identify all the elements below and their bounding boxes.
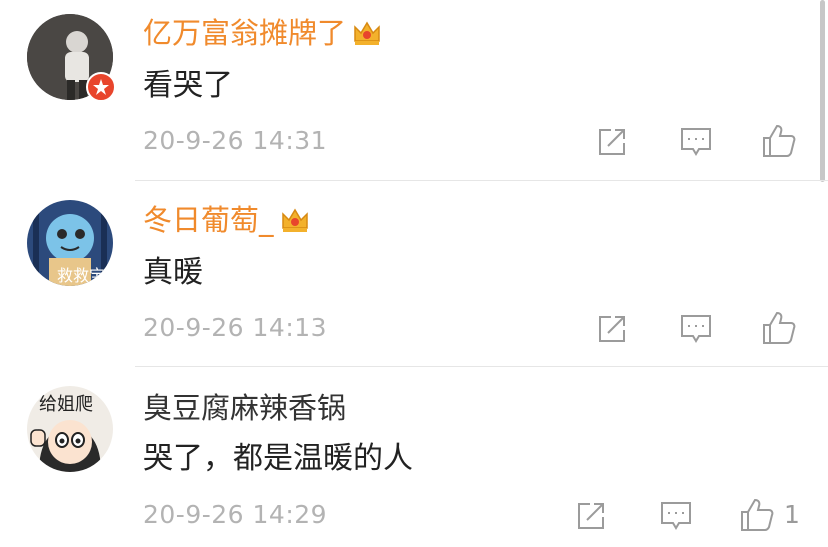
share-button[interactable] (595, 312, 629, 346)
like-icon (763, 311, 796, 344)
crown-vip-icon (352, 19, 382, 54)
username[interactable]: 冬日葡萄_ (143, 203, 310, 241)
like-icon (741, 498, 774, 531)
username[interactable]: 臭豆腐麻辣香锅 (143, 391, 346, 425)
reply-button[interactable] (679, 125, 713, 159)
comment-text: 真暖 (143, 255, 203, 290)
reply-icon (681, 315, 711, 343)
like-button[interactable] (761, 123, 796, 157)
comment-text: 哭了，都是温暖的人 (143, 441, 413, 476)
scrollbar[interactable] (820, 0, 825, 182)
reply-button[interactable] (679, 312, 713, 346)
comment-text: 看哭了 (143, 68, 233, 103)
avatar-caption: 给姐爬 (39, 394, 93, 415)
divider (135, 180, 828, 181)
avatar[interactable]: 救救宝 (27, 200, 113, 286)
share-button[interactable] (595, 125, 629, 159)
reply-icon (661, 502, 691, 530)
like-button[interactable] (761, 310, 796, 344)
reply-icon (681, 128, 711, 156)
divider (135, 366, 828, 367)
verified-badge-icon (86, 72, 116, 102)
username[interactable]: 亿万富翁摊牌了 (143, 16, 382, 54)
avatar[interactable]: 给姐爬 (27, 386, 113, 472)
like-button[interactable] (739, 497, 774, 531)
share-button[interactable] (574, 499, 608, 533)
reply-button[interactable] (659, 499, 693, 533)
avatar-caption: 救救宝 (57, 266, 106, 285)
like-count: 1 (784, 500, 800, 529)
timestamp: 20-9-26 14:31 (143, 126, 328, 155)
share-icon (578, 503, 604, 529)
share-icon (599, 316, 625, 342)
timestamp: 20-9-26 14:29 (143, 500, 328, 529)
crown-vip-icon (280, 206, 310, 241)
timestamp: 20-9-26 14:13 (143, 313, 328, 342)
like-icon (763, 124, 796, 157)
share-icon (599, 129, 625, 155)
